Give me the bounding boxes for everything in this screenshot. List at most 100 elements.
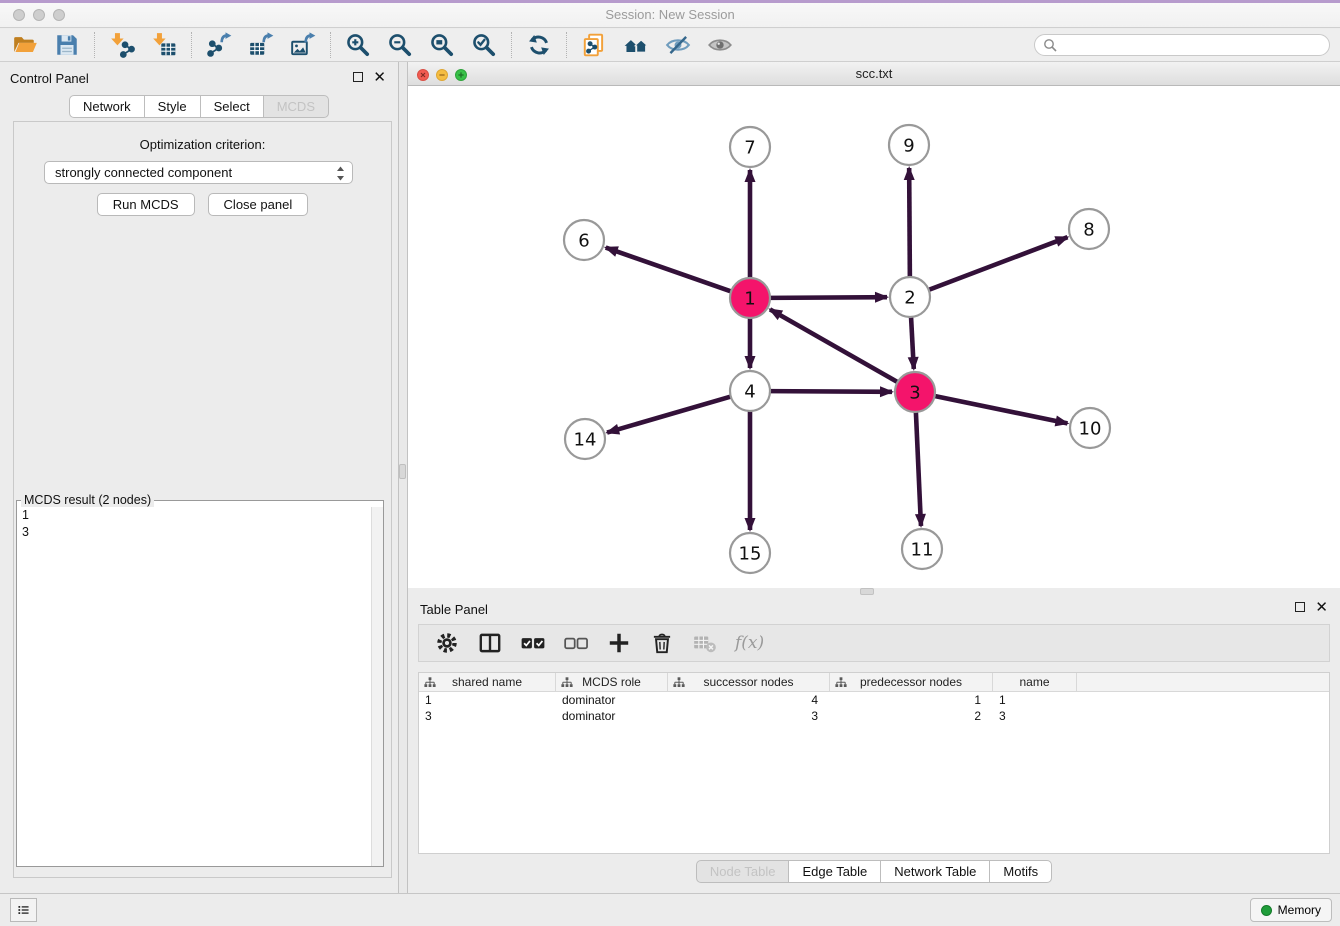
graph-node-6[interactable]: 6 bbox=[564, 220, 604, 260]
close-table-panel-icon[interactable]: ✕ bbox=[1315, 602, 1328, 612]
export-table-icon[interactable] bbox=[244, 30, 278, 60]
show-details-icon[interactable] bbox=[703, 30, 737, 60]
select-stepper-icon bbox=[336, 166, 345, 184]
graph-edge-2-9[interactable] bbox=[909, 168, 910, 277]
hierarchy-icon bbox=[561, 677, 573, 688]
tab-network[interactable]: Network bbox=[69, 95, 145, 118]
gear-icon[interactable] bbox=[434, 630, 460, 656]
network-canvas[interactable]: 7 9 6 8 1 2 4 3 14 10 15 11 bbox=[408, 87, 1340, 588]
close-panel-button[interactable]: Close panel bbox=[208, 193, 309, 216]
graph-node-7[interactable]: 7 bbox=[730, 127, 770, 167]
table-row[interactable]: 3dominator323 bbox=[419, 708, 1329, 724]
float-table-panel-icon[interactable] bbox=[1295, 602, 1305, 612]
table-header-row: shared name MCDS role successor nodes pr… bbox=[419, 673, 1329, 692]
graph-edge-4-14[interactable] bbox=[607, 397, 731, 433]
graph-node-14[interactable]: 14 bbox=[565, 419, 605, 459]
close-window-icon[interactable] bbox=[13, 9, 25, 21]
toolbar-separator bbox=[191, 32, 192, 58]
open-file-icon[interactable] bbox=[8, 30, 42, 60]
split-view-icon[interactable] bbox=[477, 630, 503, 656]
select-all-icon[interactable] bbox=[520, 630, 546, 656]
zoom-fit-icon[interactable] bbox=[425, 30, 459, 60]
zoom-out-icon[interactable] bbox=[383, 30, 417, 60]
duplicate-network-icon[interactable] bbox=[577, 30, 611, 60]
column-header-predecessor-nodes[interactable]: predecessor nodes bbox=[830, 673, 993, 691]
graph-edge-3-1[interactable] bbox=[770, 309, 898, 382]
graph-node-9[interactable]: 9 bbox=[889, 125, 929, 165]
tab-node-table[interactable]: Node Table bbox=[696, 860, 790, 883]
float-panel-icon[interactable] bbox=[353, 72, 363, 82]
toolbar-buttons bbox=[8, 30, 737, 60]
column-header-shared-name[interactable]: shared name bbox=[419, 673, 556, 691]
svg-text:9: 9 bbox=[903, 135, 914, 156]
graph-node-10[interactable]: 10 bbox=[1070, 408, 1110, 448]
home-icon[interactable] bbox=[619, 30, 653, 60]
memory-button[interactable]: Memory bbox=[1250, 898, 1332, 922]
vertical-splitter-handle[interactable] bbox=[399, 464, 406, 479]
close-panel-icon[interactable]: ✕ bbox=[373, 72, 386, 82]
import-table-icon[interactable] bbox=[147, 30, 181, 60]
toolbar-separator bbox=[511, 32, 512, 58]
network-window-title: scc.txt bbox=[408, 62, 1340, 85]
export-image-icon[interactable] bbox=[286, 30, 320, 60]
optimization-select[interactable]: strongly connected component bbox=[44, 161, 353, 184]
control-panel-tabs: NetworkStyleSelectMCDS bbox=[0, 95, 398, 118]
tab-mcds[interactable]: MCDS bbox=[263, 95, 329, 118]
svg-text:1: 1 bbox=[744, 288, 755, 309]
zoom-selected-icon[interactable] bbox=[467, 30, 501, 60]
control-panel: Control Panel ✕ NetworkStyleSelectMCDS O… bbox=[0, 62, 398, 893]
export-network-icon[interactable] bbox=[202, 30, 236, 60]
graph-node-4[interactable]: 4 bbox=[730, 371, 770, 411]
import-network-icon[interactable] bbox=[105, 30, 139, 60]
maximize-window-icon[interactable] bbox=[53, 9, 65, 21]
network-close-icon[interactable] bbox=[417, 68, 429, 86]
graph-node-15[interactable]: 15 bbox=[730, 533, 770, 573]
table-cell: 2 bbox=[830, 709, 993, 723]
add-icon[interactable] bbox=[606, 630, 632, 656]
table-row[interactable]: 1dominator411 bbox=[419, 692, 1329, 708]
graph-edge-2-8[interactable] bbox=[929, 237, 1068, 290]
memory-label: Memory bbox=[1278, 903, 1321, 917]
tab-motifs[interactable]: Motifs bbox=[989, 860, 1052, 883]
save-session-icon[interactable] bbox=[50, 30, 84, 60]
graph-node-11[interactable]: 11 bbox=[902, 529, 942, 569]
graph-node-3[interactable]: 3 bbox=[895, 372, 935, 412]
result-scrollbar[interactable] bbox=[371, 507, 383, 866]
tab-select[interactable]: Select bbox=[200, 95, 264, 118]
tab-style[interactable]: Style bbox=[144, 95, 201, 118]
horizontal-splitter[interactable] bbox=[408, 588, 1340, 596]
graph-node-1[interactable]: 1 bbox=[730, 278, 770, 318]
horizontal-splitter-handle[interactable] bbox=[860, 588, 874, 595]
graph-edge-1-2[interactable] bbox=[770, 297, 887, 298]
search-input[interactable] bbox=[1034, 34, 1330, 56]
graph-node-8[interactable]: 8 bbox=[1069, 209, 1109, 249]
hierarchy-icon bbox=[424, 677, 436, 688]
app-window-controls[interactable] bbox=[13, 9, 65, 21]
graph-edge-3-10[interactable] bbox=[935, 396, 1068, 423]
graph-edge-2-3[interactable] bbox=[911, 317, 914, 369]
zoom-in-icon[interactable] bbox=[341, 30, 375, 60]
trash-icon[interactable] bbox=[649, 630, 675, 656]
mcds-panel: Optimization criterion: strongly connect… bbox=[13, 121, 392, 878]
graph-edge-1-6[interactable] bbox=[606, 248, 731, 292]
mcds-result-line: 3 bbox=[22, 524, 378, 541]
deselect-all-icon[interactable] bbox=[563, 630, 589, 656]
hide-details-icon[interactable] bbox=[661, 30, 695, 60]
minimize-window-icon[interactable] bbox=[33, 9, 45, 21]
network-minimize-icon[interactable] bbox=[436, 68, 448, 86]
tab-network-table[interactable]: Network Table bbox=[880, 860, 990, 883]
graph-edge-4-3[interactable] bbox=[770, 391, 892, 392]
graph-node-2[interactable]: 2 bbox=[890, 277, 930, 317]
column-header-mcds-role[interactable]: MCDS role bbox=[556, 673, 668, 691]
network-maximize-icon[interactable] bbox=[455, 68, 467, 86]
run-mcds-button[interactable]: Run MCDS bbox=[97, 193, 195, 216]
network-window-titlebar[interactable]: scc.txt bbox=[408, 62, 1340, 86]
tab-edge-table[interactable]: Edge Table bbox=[788, 860, 881, 883]
column-header-name[interactable]: name bbox=[993, 673, 1077, 691]
control-panel-title: Control Panel bbox=[10, 71, 89, 86]
graph-edge-3-11[interactable] bbox=[916, 412, 921, 526]
column-header-successor-nodes[interactable]: successor nodes bbox=[668, 673, 830, 691]
task-history-button[interactable] bbox=[10, 898, 37, 922]
refresh-icon[interactable] bbox=[522, 30, 556, 60]
vertical-splitter[interactable] bbox=[398, 62, 408, 893]
